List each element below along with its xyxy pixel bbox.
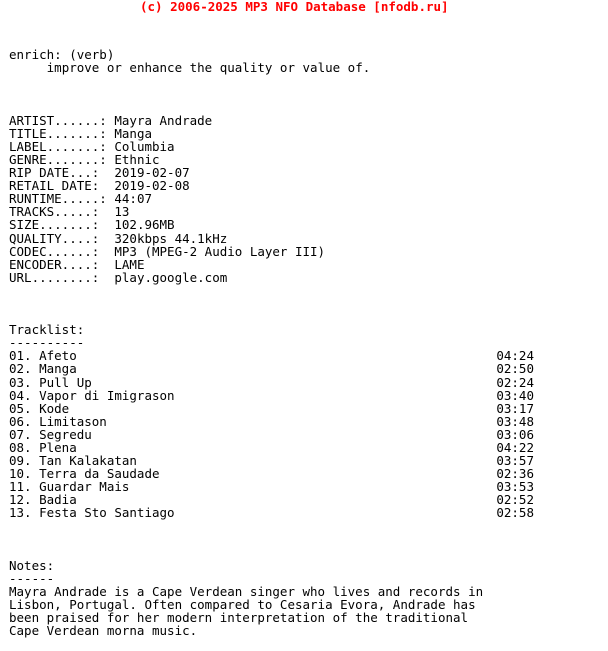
track-row: 07. Segredu 03:06 xyxy=(9,428,534,441)
tracklist-block: Tracklist: ---------- 01. Afeto 04:24 02. Ma… xyxy=(0,322,608,520)
track-row: 01. Afeto 04:24 xyxy=(9,349,534,362)
definition-meaning-text: improve or enhance the quality or value … xyxy=(46,60,371,76)
notes-line: Cape Verdean morna music. xyxy=(9,623,198,639)
notes-line: Mayra Andrade is a Cape Verdean singer w… xyxy=(9,584,484,600)
nfo-page: (c) 2006-2025 MP3 NFO Database [nfodb.ru… xyxy=(0,0,608,637)
track-row: 04. Vapor di Imigrason 03:40 xyxy=(9,389,534,402)
nfo-document: (c) 2006-2025 MP3 NFO Database [nfodb.ru… xyxy=(0,0,608,651)
notes-underline: ------ xyxy=(9,570,55,586)
track-duration: 03:17 xyxy=(496,400,534,416)
track-title: Festa Sto Santiago xyxy=(31,505,175,521)
track-duration: 03:40 xyxy=(496,387,534,403)
notes-lines: Mayra Andrade is a Cape Verdean singer w… xyxy=(9,585,608,637)
metadata-block: ARTIST......: Mayra Andrade TITLE.......:… xyxy=(0,114,608,284)
notes-heading: Notes: xyxy=(9,557,55,573)
track-number: 13. xyxy=(9,505,32,521)
track-duration: 02:24 xyxy=(496,374,534,390)
track-row: 11. Guardar Mais 03:53 xyxy=(9,480,534,493)
tracklist-heading: Tracklist: xyxy=(9,322,85,338)
track-duration: 02:58 xyxy=(496,505,534,521)
notes-line: Lisbon, Portugal. Often compared to Cesa… xyxy=(9,597,476,613)
track-duration: 02:50 xyxy=(496,361,534,377)
tracklist-rows: 01. Afeto 04:24 02. Manga 02:50 03. Pull Up 0… xyxy=(9,349,608,519)
track-duration: 03:48 xyxy=(496,413,534,429)
definition-block: enrich: (verb) improve or enhance the qu… xyxy=(0,48,608,74)
metadata-label: URL........: xyxy=(9,269,107,285)
metadata-value: play.google.com xyxy=(106,269,228,285)
definition-meaning: improve or enhance the quality or value … xyxy=(9,61,608,74)
site-copyright-header: (c) 2006-2025 MP3 NFO Database [nfodb.ru… xyxy=(140,0,449,14)
notes-line: been praised for her modern interpretati… xyxy=(9,610,469,626)
track-row: 13. Festa Sto Santiago 02:58 xyxy=(9,506,534,519)
notes-block: Notes: ------ Mayra Andrade is a Cape Verd… xyxy=(0,559,608,638)
metadata-row: URL........: play.google.com xyxy=(9,271,608,284)
